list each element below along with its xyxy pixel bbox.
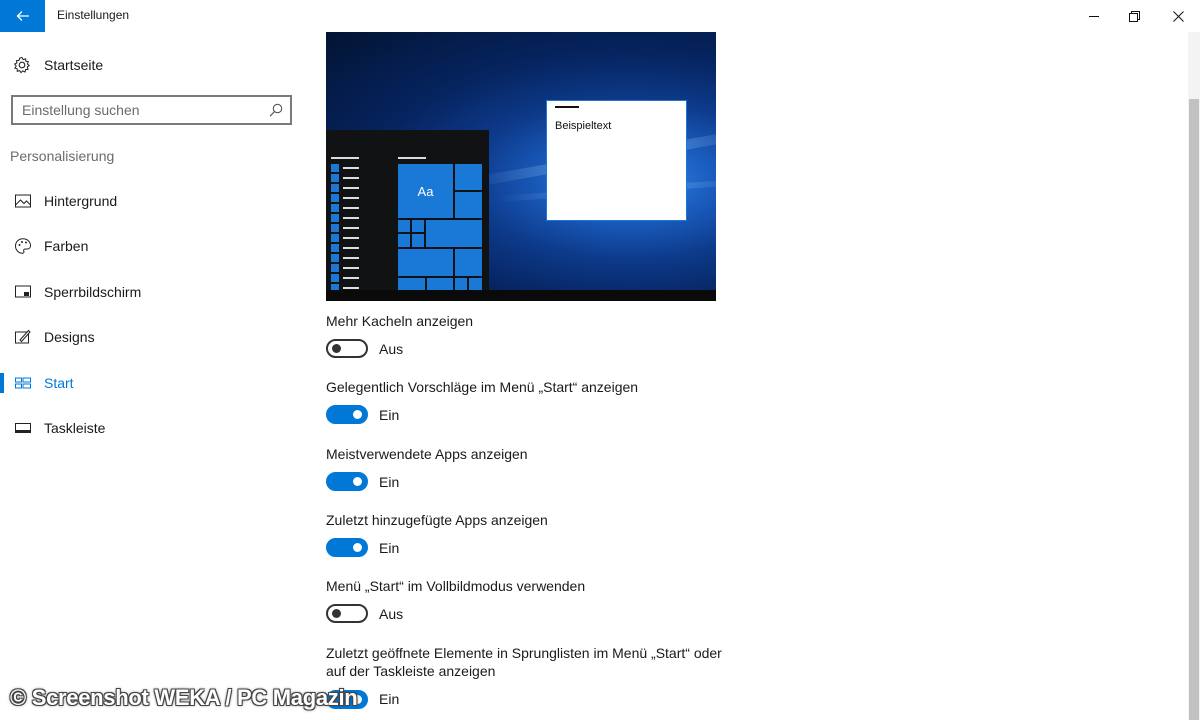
toggle-state-text: Ein [379,407,400,423]
palette-icon [14,238,32,254]
app-list-item [331,184,359,192]
sidebar-item-farben[interactable]: Farben [0,226,310,266]
setting-label-more-tiles: Mehr Kacheln anzeigen [326,313,474,329]
setting-label-most-used: Meistverwendete Apps anzeigen [326,446,528,462]
sidebar-item-label: Sperrbildschirm [44,284,142,300]
sample-text: Beispieltext [555,120,612,132]
copyright-watermark: © Screenshot WEKA / PC Magazin [10,685,358,710]
preview-tile [427,278,453,290]
toggle-most-used[interactable] [326,472,368,491]
preview-tile [412,220,424,232]
search-icon[interactable] [268,102,284,118]
sample-window-titlebar [555,106,579,108]
sidebar-item-label: Designs [44,329,95,345]
window-title: Einstellungen [57,8,130,22]
preview-tile [412,234,424,247]
setting-label-recently-added: Zuletzt hinzugefügte Apps anzeigen [326,512,548,528]
scrollbar[interactable] [1188,32,1200,720]
gear-icon [13,56,30,74]
selection-indicator [0,373,4,393]
preview-tile [469,278,482,290]
app-list-item [331,274,359,282]
preview-tile [455,192,482,218]
app-list-item [331,224,359,232]
app-list-item [331,234,359,242]
preview-taskbar [326,290,716,301]
sidebar-item-label: Hintergrund [44,193,118,209]
sidebar-item-label: Farben [44,238,89,254]
preview-tile [398,249,453,276]
toggle-knob [332,344,341,353]
close-icon [1172,10,1184,22]
toggle-more-tiles[interactable] [326,339,368,358]
setting-label-jumplists: Zuletzt geöffnete Elemente in Sprunglist… [326,645,722,679]
app-list-item [331,174,359,182]
toggle-knob [353,410,362,419]
back-arrow-icon [16,11,29,21]
toggle-fullscreen[interactable] [326,604,368,623]
section-heading: Personalisierung [10,148,115,164]
lockscreen-icon [15,285,31,298]
app-list-item [331,214,359,222]
minimize-button[interactable] [1072,0,1116,32]
sidebar-home[interactable]: Startseite [0,48,310,82]
title-bar: Einstellungen [0,0,1200,32]
preview-tile [455,249,482,276]
picture-icon [15,194,31,208]
app-list-item [331,164,359,172]
search-box[interactable] [11,95,292,125]
start-preview: Beispieltext Aa [326,32,716,301]
toggle-state-text: Ein [379,474,400,490]
designs-icon [15,329,31,344]
scrollbar-thumb[interactable] [1189,99,1199,720]
setting-label-suggestions: Gelegentlich Vorschläge im Menü „Start“ … [326,379,639,395]
preview-tile [398,234,410,247]
toggle-state-text: Aus [379,606,404,622]
sample-window: Beispieltext [546,100,687,221]
sidebar-item-start[interactable]: Start [0,363,310,403]
restore-icon [1128,10,1140,22]
search-input[interactable] [22,100,252,120]
app-list-item [331,254,359,262]
toggle-state-text: Ein [379,540,400,556]
app-list-item [331,264,359,272]
sidebar-item-label: Start [44,375,74,391]
sidebar-item-designs[interactable]: Designs [0,317,310,357]
preview-tile [398,220,410,232]
setting-label-fullscreen: Menü „Start“ im Vollbildmodus verwenden [326,578,586,594]
toggle-knob [332,609,341,618]
menu-header-line [331,157,359,159]
toggle-recently-added[interactable] [326,538,368,557]
minimize-icon [1089,16,1099,17]
sidebar-item-hintergrund[interactable]: Hintergrund [0,181,310,221]
preview-tile [426,220,482,247]
preview-tile: Aa [398,164,453,218]
home-label: Startseite [44,57,104,73]
maximize-button[interactable] [1112,0,1156,32]
toggle-knob [353,477,362,486]
toggle-suggestions[interactable] [326,405,368,424]
preview-tile [455,164,482,190]
sidebar-item-taskleiste[interactable]: Taskleiste [0,408,310,448]
toggle-knob [353,543,362,552]
sidebar-item-label: Taskleiste [44,420,106,436]
start-icon [15,377,31,389]
app-list-item [331,194,359,202]
preview-tile [455,278,467,290]
toggle-state-text: Ein [379,691,400,707]
tiles-header-line [398,157,426,159]
back-button[interactable] [0,0,45,32]
close-button[interactable] [1156,0,1200,32]
preview-tile [398,278,425,290]
preview-start-menu: Aa [326,130,489,292]
app-list-item [331,244,359,252]
sidebar-item-sperrbildschirm[interactable]: Sperrbildschirm [0,272,310,312]
toggle-state-text: Aus [379,341,404,357]
taskbar-icon [15,423,31,433]
app-list-item [331,204,359,212]
